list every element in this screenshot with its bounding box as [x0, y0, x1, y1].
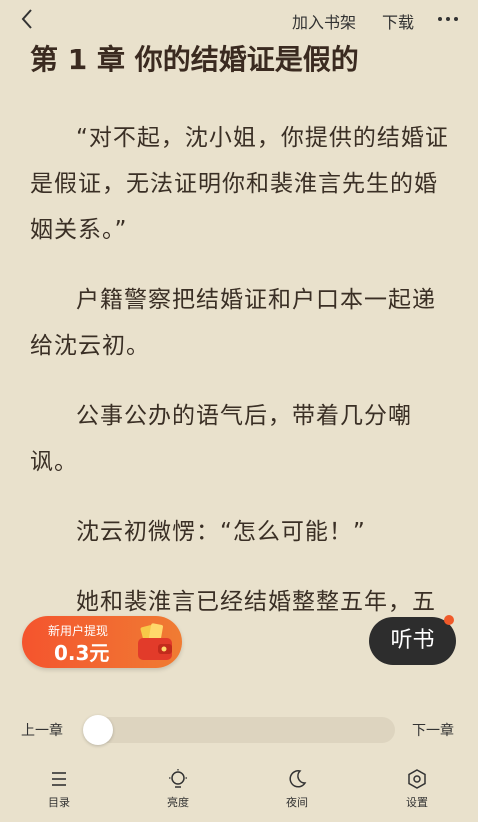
previous-chapter-button[interactable]: 上一章: [21, 720, 63, 740]
catalog-list-icon: [52, 772, 66, 786]
chapter-progress-slider[interactable]: [83, 715, 395, 745]
tab-label: 夜间: [286, 796, 308, 809]
paragraph: 公事公办的语气后，带着几分嘲讽。: [30, 403, 412, 475]
tab-catalog[interactable]: 目录: [24, 768, 94, 810]
download-button[interactable]: 下载: [382, 9, 414, 33]
add-to-bookshelf-button[interactable]: 加入书架: [292, 9, 356, 33]
paragraph: 户籍警察把结婚证和户口本一起递给沈云初。: [30, 287, 436, 359]
paragraph: “对不起，沈小姐，你提供的结婚证是假证，无法证明你和裴淮言先生的婚姻关系。”: [30, 125, 449, 243]
tab-label: 亮度: [167, 796, 189, 809]
wallet-icon: [138, 623, 172, 660]
notification-dot: [444, 615, 454, 625]
brightness-bulb-icon: [169, 769, 187, 788]
new-user-cashout-badge[interactable]: 新用户提现 0.3元: [22, 616, 182, 668]
listen-button[interactable]: 听书: [369, 617, 456, 665]
promo-amount: 0.3元: [54, 641, 110, 665]
tab-night-mode[interactable]: 夜间: [262, 768, 332, 810]
settings-hexagon-icon: [408, 769, 426, 789]
bottom-toolbar: 目录 亮度 夜间 设置: [0, 760, 478, 822]
top-bar: 加入书架 下载: [0, 0, 478, 40]
progress-thumb[interactable]: [83, 715, 113, 745]
tab-label: 设置: [406, 796, 428, 809]
chapter-title: 第 1 章 你的结婚证是假的: [30, 43, 359, 76]
tab-brightness[interactable]: 亮度: [143, 768, 213, 810]
paragraph: 沈云初微愣：“怎么可能！”: [76, 519, 366, 545]
back-arrow-icon[interactable]: [16, 7, 40, 31]
next-chapter-button[interactable]: 下一章: [412, 720, 454, 740]
tab-settings[interactable]: 设置: [382, 768, 452, 810]
more-options-icon[interactable]: [437, 16, 459, 22]
tab-label: 目录: [48, 796, 70, 809]
chapter-content: “对不起，沈小姐，你提供的结婚证是假证，无法证明你和裴淮言先生的婚姻关系。” 户…: [30, 115, 450, 649]
moon-icon: [289, 770, 307, 788]
